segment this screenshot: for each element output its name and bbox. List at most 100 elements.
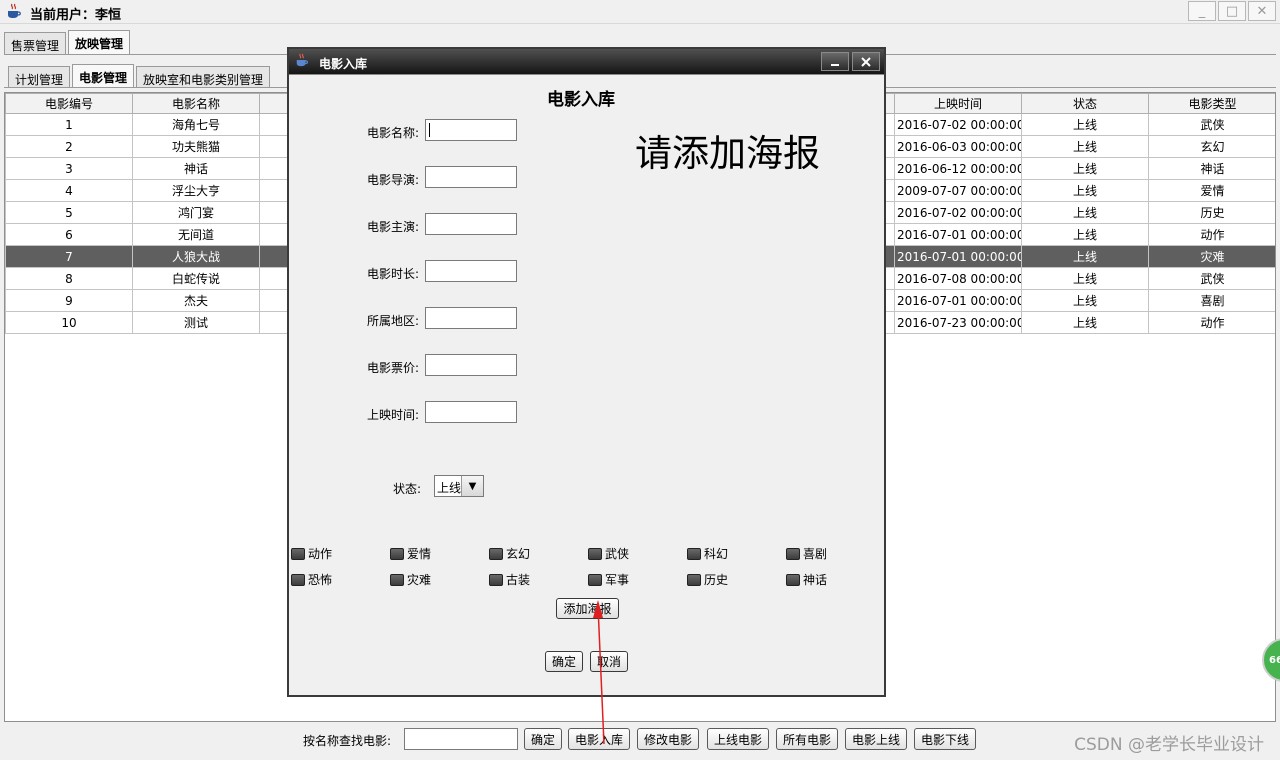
cancel-button[interactable]: 取消: [590, 651, 628, 672]
table-cell[interactable]: 上线: [1021, 201, 1149, 224]
edit-movie-button[interactable]: 修改电影: [637, 728, 699, 750]
table-cell[interactable]: 5: [5, 201, 133, 224]
table-cell[interactable]: 2009-07-07 00:00:00...: [894, 179, 1022, 202]
genre-label: 军事: [605, 573, 630, 587]
set-offline-button[interactable]: 电影下线: [914, 728, 976, 750]
table-cell[interactable]: 武侠: [1148, 267, 1275, 290]
table-cell[interactable]: 上线: [1021, 223, 1149, 246]
add-poster-button[interactable]: 添加海报: [556, 598, 619, 619]
table-cell[interactable]: 喜剧: [1148, 289, 1275, 312]
genre-checkbox[interactable]: 玄幻: [489, 545, 530, 562]
table-cell[interactable]: 人狼大战: [132, 245, 260, 268]
column-header[interactable]: 电影名称: [132, 93, 260, 114]
table-cell[interactable]: 2016-07-02 00:00:00...: [894, 201, 1022, 224]
window-title: 当前用户：李恒: [30, 8, 122, 23]
table-cell[interactable]: 动作: [1148, 223, 1275, 246]
genre-checkbox[interactable]: 动作: [291, 545, 332, 562]
tab-halls-categories[interactable]: 放映室和电影类别管理: [136, 66, 271, 88]
table-cell[interactable]: 2016-07-08 00:00:00...: [894, 267, 1022, 290]
table-cell[interactable]: 2016-06-03 00:00:00...: [894, 135, 1022, 158]
genre-checkbox[interactable]: 古装: [489, 571, 530, 588]
maximize-button[interactable]: □: [1218, 1, 1246, 21]
set-online-button[interactable]: 电影上线: [845, 728, 907, 750]
movie-name-input[interactable]: [425, 119, 517, 141]
status-select[interactable]: 上线 ▼: [434, 475, 484, 497]
tab-ticketing[interactable]: 售票管理: [4, 32, 67, 54]
column-header[interactable]: 电影编号: [5, 93, 133, 114]
table-cell[interactable]: 3: [5, 157, 133, 180]
genre-checkbox[interactable]: 武侠: [588, 545, 629, 562]
dialog-title-bar[interactable]: 电影入库: [289, 49, 884, 74]
director-input[interactable]: [425, 166, 517, 188]
tab-plan[interactable]: 计划管理: [8, 66, 71, 88]
table-cell[interactable]: 浮尘大亨: [132, 179, 260, 202]
table-cell[interactable]: 功夫熊猫: [132, 135, 260, 158]
online-movies-button[interactable]: 上线电影: [707, 728, 769, 750]
table-cell[interactable]: 上线: [1021, 179, 1149, 202]
genre-checkbox[interactable]: 神话: [786, 571, 827, 588]
table-cell[interactable]: 鸿门宴: [132, 201, 260, 224]
table-cell[interactable]: 海角七号: [132, 113, 260, 136]
genre-checkbox[interactable]: 灾难: [390, 571, 431, 588]
table-cell[interactable]: 上线: [1021, 289, 1149, 312]
table-cell[interactable]: 神话: [1148, 157, 1275, 180]
table-cell[interactable]: 灾难: [1148, 245, 1275, 268]
table-cell[interactable]: 武侠: [1148, 113, 1275, 136]
table-cell[interactable]: 2016-07-02 00:00:00...: [894, 113, 1022, 136]
table-cell[interactable]: 上线: [1021, 267, 1149, 290]
table-cell[interactable]: 杰夫: [132, 289, 260, 312]
price-input[interactable]: [425, 354, 517, 376]
table-cell[interactable]: 动作: [1148, 311, 1275, 334]
table-cell[interactable]: 神话: [132, 157, 260, 180]
close-button[interactable]: ✕: [1248, 1, 1276, 21]
table-cell[interactable]: 2016-07-01 00:00:00...: [894, 289, 1022, 312]
table-cell[interactable]: 1: [5, 113, 133, 136]
table-cell[interactable]: 4: [5, 179, 133, 202]
table-cell[interactable]: 2016-07-23 00:00:00...: [894, 311, 1022, 334]
cast-input[interactable]: [425, 213, 517, 235]
table-cell[interactable]: 2016-07-01 00:00:00...: [894, 245, 1022, 268]
table-cell[interactable]: 测试: [132, 311, 260, 334]
table-cell[interactable]: 上线: [1021, 135, 1149, 158]
dialog-close-button[interactable]: [852, 52, 880, 71]
region-input[interactable]: [425, 307, 517, 329]
genre-checkbox[interactable]: 恐怖: [291, 571, 332, 588]
table-cell[interactable]: 上线: [1021, 311, 1149, 334]
search-input[interactable]: [404, 728, 518, 750]
genre-checkbox[interactable]: 科幻: [687, 545, 728, 562]
table-cell[interactable]: 2016-06-12 00:00:00...: [894, 157, 1022, 180]
table-cell[interactable]: 6: [5, 223, 133, 246]
column-header[interactable]: 电影类型: [1148, 93, 1275, 114]
table-cell[interactable]: 白蛇传说: [132, 267, 260, 290]
genre-checkbox[interactable]: 爱情: [390, 545, 431, 562]
column-header[interactable]: 状态: [1021, 93, 1149, 114]
genre-checkbox[interactable]: 喜剧: [786, 545, 827, 562]
column-header[interactable]: 上映时间: [894, 93, 1022, 114]
tab-movies[interactable]: 电影管理: [72, 64, 135, 88]
minimize-button[interactable]: _: [1188, 1, 1216, 21]
table-cell[interactable]: 7: [5, 245, 133, 268]
table-cell[interactable]: 9: [5, 289, 133, 312]
table-cell[interactable]: 10: [5, 311, 133, 334]
ok-button[interactable]: 确定: [545, 651, 583, 672]
genre-checkbox[interactable]: 军事: [588, 571, 629, 588]
table-cell[interactable]: 无间道: [132, 223, 260, 246]
all-movies-button[interactable]: 所有电影: [776, 728, 838, 750]
tab-screening[interactable]: 放映管理: [68, 30, 131, 54]
genre-checkbox[interactable]: 历史: [687, 571, 728, 588]
dialog-minimize-button[interactable]: [821, 52, 849, 71]
add-movie-button[interactable]: 电影入库: [568, 728, 630, 750]
table-cell[interactable]: 上线: [1021, 245, 1149, 268]
table-cell[interactable]: 上线: [1021, 113, 1149, 136]
table-cell[interactable]: 上线: [1021, 157, 1149, 180]
table-cell[interactable]: 爱情: [1148, 179, 1275, 202]
table-cell[interactable]: 2016-07-01 00:00:00...: [894, 223, 1022, 246]
chevron-down-icon[interactable]: ▼: [461, 476, 483, 496]
table-cell[interactable]: 玄幻: [1148, 135, 1275, 158]
release-time-input[interactable]: [425, 401, 517, 423]
search-confirm-button[interactable]: 确定: [524, 728, 562, 750]
table-cell[interactable]: 2: [5, 135, 133, 158]
table-cell[interactable]: 历史: [1148, 201, 1275, 224]
duration-input[interactable]: [425, 260, 517, 282]
table-cell[interactable]: 8: [5, 267, 133, 290]
